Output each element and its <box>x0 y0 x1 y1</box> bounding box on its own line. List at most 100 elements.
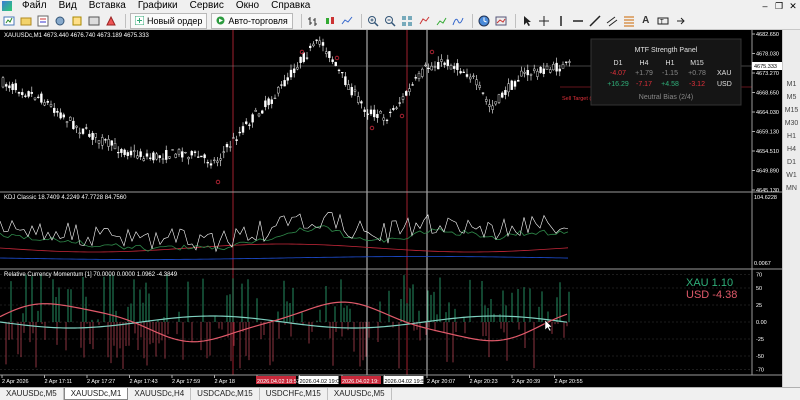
candle-body <box>395 107 398 109</box>
rcm-axis-label: 0.00 <box>756 320 767 326</box>
mtf-strength-panel: MTF Strength Panel D1 H4 H1 M15 -4.07 +1… <box>590 38 742 106</box>
chart-window[interactable]: 4682.650 4678.030 4673.270 4668.650 4664.030… <box>0 30 782 387</box>
new-order-icon <box>135 16 144 25</box>
toolbar-separator <box>514 13 516 28</box>
candle-body <box>376 114 379 118</box>
tab-usdchfc-m15[interactable]: USDCHFc,M15 <box>260 388 328 400</box>
channel-icon[interactable] <box>605 14 619 28</box>
timeframe-mn[interactable]: MN <box>783 182 800 195</box>
horizontal-line-icon[interactable] <box>571 14 585 28</box>
candle-body <box>219 158 222 161</box>
minimize-button[interactable]: – <box>758 0 772 12</box>
menu-tools[interactable]: Сервис <box>184 0 230 12</box>
candle-body <box>437 62 440 70</box>
rcm-title: Relative Currency Momentum [1] 70.0000 0… <box>4 272 178 278</box>
auto-scroll-icon[interactable] <box>434 14 448 28</box>
data-window-icon[interactable] <box>53 14 67 28</box>
rcm-axis-label: 50 <box>756 286 762 292</box>
chart-shift-icon[interactable] <box>417 14 431 28</box>
tab-xauusdc-h4[interactable]: XAUUSDc,H4 <box>128 388 192 400</box>
menu-insert[interactable]: Вставка <box>83 0 132 12</box>
candle-body <box>30 92 33 94</box>
strategy-tester-icon[interactable] <box>104 14 118 28</box>
vertical-line-icon[interactable] <box>554 14 568 28</box>
terminal-icon[interactable] <box>87 14 101 28</box>
candle-body <box>280 84 283 86</box>
arrow-tool-icon[interactable] <box>673 14 687 28</box>
restore-button[interactable]: ❐ <box>772 0 786 12</box>
tile-windows-icon[interactable] <box>400 14 414 28</box>
mtf-usd-label: USD <box>717 81 732 88</box>
text-tool-icon[interactable]: A <box>639 14 653 28</box>
bar-chart-icon[interactable] <box>306 14 320 28</box>
fibonacci-icon[interactable] <box>622 14 636 28</box>
mtf-header-h1: H1 <box>666 60 675 67</box>
timeframe-sidebar: M1 M5 M15 M30 H1 H4 D1 W1 MN <box>782 30 800 387</box>
candle-body <box>88 133 91 137</box>
candle-body <box>427 67 430 70</box>
templates-icon[interactable] <box>494 14 508 28</box>
candle-body <box>536 71 539 77</box>
line-chart-icon[interactable] <box>340 14 354 28</box>
candle-body <box>421 68 424 77</box>
timeframe-h4[interactable]: H4 <box>783 143 800 156</box>
time-tick-label: 2 Apr 17:11 <box>45 379 73 385</box>
timeframe-m5[interactable]: M5 <box>783 91 800 104</box>
tab-xauusdc-m5[interactable]: XAUUSDc,M5 <box>0 388 64 400</box>
candle-body <box>296 67 299 70</box>
candle-body <box>65 121 69 123</box>
zoom-in-icon[interactable] <box>366 14 380 28</box>
candle-body <box>494 101 497 105</box>
toolbar-separator <box>471 13 473 28</box>
signal-arrow-marker <box>299 49 305 55</box>
mtf-header-d1: D1 <box>614 60 623 67</box>
timeframe-h1[interactable]: H1 <box>783 130 800 143</box>
tab-xauusdc-m1[interactable]: XAUUSDc,M1 <box>63 388 129 400</box>
menu-view[interactable]: Вид <box>53 0 83 12</box>
crosshair-icon[interactable] <box>537 14 551 28</box>
candlestick-icon[interactable] <box>323 14 337 28</box>
new-chart-icon[interactable] <box>2 14 16 28</box>
tab-xauusdc-m5-2[interactable]: XAUUSDc,M5 <box>328 388 392 400</box>
timeframe-m30[interactable]: M30 <box>783 117 800 130</box>
candle-body <box>120 149 123 153</box>
periods-icon[interactable] <box>477 14 491 28</box>
tab-usdcadc-m15[interactable]: USDCADc,M15 <box>191 388 260 400</box>
candle-body <box>411 84 414 86</box>
zoom-out-icon[interactable] <box>383 14 397 28</box>
menu-window[interactable]: Окно <box>230 0 265 12</box>
candle-body <box>68 116 72 121</box>
chart-canvas[interactable]: 4682.650 4678.030 4673.270 4668.650 4664.030… <box>0 30 782 387</box>
mtf-usd-m15: -3.12 <box>689 81 705 88</box>
menu-file[interactable]: Файл <box>16 0 53 12</box>
mtf-xau-h1: -1.15 <box>662 70 678 77</box>
trend-line-icon[interactable] <box>588 14 602 28</box>
menu-help[interactable]: Справка <box>265 0 316 12</box>
rcm-axis-label: -70 <box>756 368 764 374</box>
candle-body <box>155 153 158 160</box>
candle-body <box>341 72 344 74</box>
timeframe-d1[interactable]: D1 <box>783 156 800 169</box>
market-watch-icon[interactable] <box>36 14 50 28</box>
candle-body <box>478 85 481 88</box>
rcm-indicator-pane[interactable] <box>0 274 752 370</box>
menu-charts[interactable]: Графики <box>132 0 184 12</box>
candle-body <box>62 114 65 118</box>
toolbar: Новый ордер Авто-торговля A T <box>0 12 800 30</box>
timeframe-m1[interactable]: M1 <box>783 78 800 91</box>
timeframe-w1[interactable]: W1 <box>783 169 800 182</box>
new-order-button[interactable]: Новый ордер <box>130 12 208 29</box>
kdj-indicator-pane[interactable] <box>0 212 569 260</box>
profiles-icon[interactable] <box>19 14 33 28</box>
rcm-usd-value: USD -4.38 <box>686 289 737 301</box>
cursor-icon[interactable] <box>520 14 534 28</box>
timeframe-m15[interactable]: M15 <box>783 104 800 117</box>
indicators-icon[interactable] <box>451 14 465 28</box>
auto-trading-button[interactable]: Авто-торговля <box>211 12 293 29</box>
close-button[interactable]: ✕ <box>786 0 800 12</box>
navigator-icon[interactable] <box>70 14 84 28</box>
mtf-panel-title: MTF Strength Panel <box>635 47 698 54</box>
label-tool-icon[interactable]: T <box>656 14 670 28</box>
candle-body <box>488 104 491 107</box>
candle-body <box>24 95 27 97</box>
